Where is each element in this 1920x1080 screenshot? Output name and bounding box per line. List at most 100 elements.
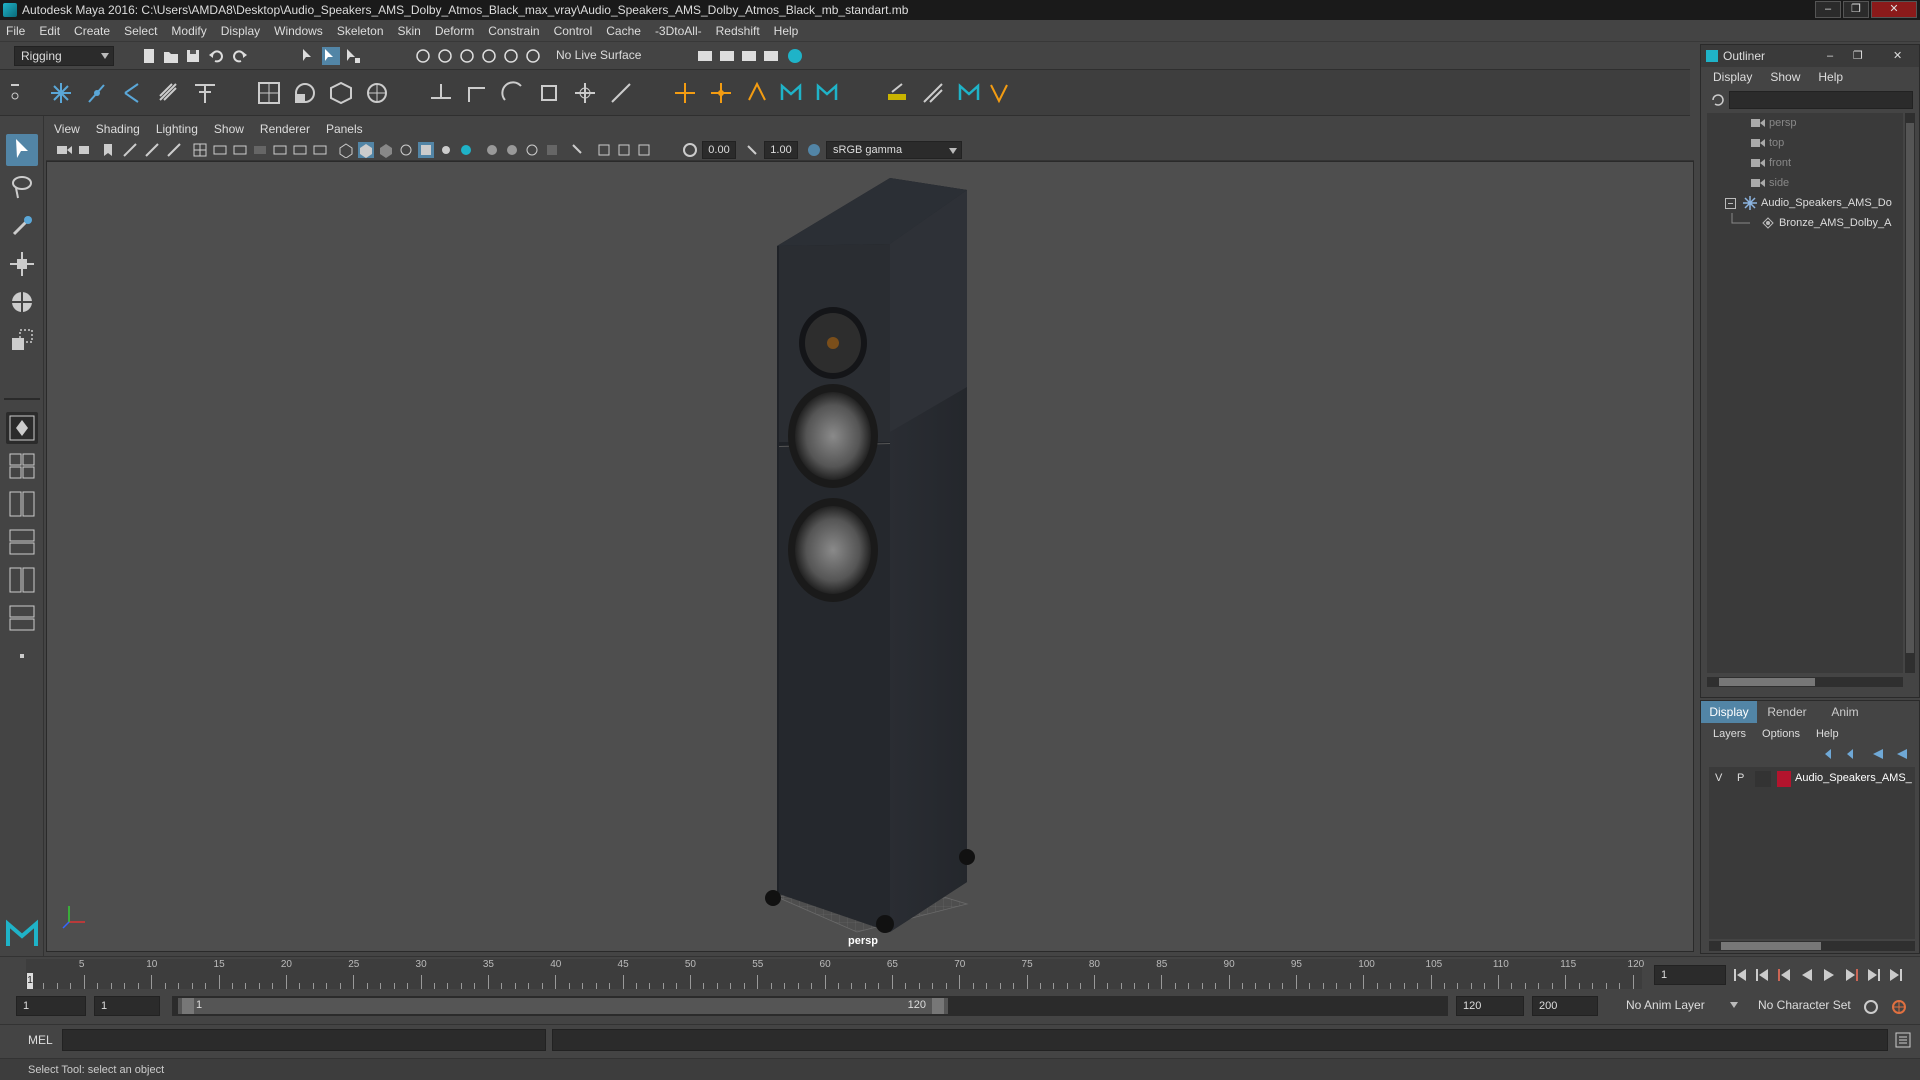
minimize-button[interactable]: –: [1815, 1, 1841, 18]
grease-pencil-icon[interactable]: [166, 142, 182, 158]
menu-file[interactable]: File: [6, 24, 25, 38]
outliner-item-speaker-group[interactable]: Audio_Speakers_AMS_Do: [1707, 193, 1903, 213]
single-pane-layout-icon[interactable]: [6, 412, 38, 444]
field-chart-icon[interactable]: [272, 142, 288, 158]
menu-control[interactable]: Control: [554, 24, 593, 38]
use-all-lights-icon[interactable]: [438, 142, 454, 158]
animation-preferences-icon[interactable]: [1890, 998, 1908, 1016]
step-back-key-icon[interactable]: [1756, 969, 1768, 981]
open-scene-icon[interactable]: [162, 47, 180, 65]
menu-set-dropdown[interactable]: Rigging: [14, 46, 114, 66]
menu-help[interactable]: Help: [774, 24, 799, 38]
live-surface-field[interactable]: No Live Surface: [550, 46, 648, 66]
scale-constraint-icon[interactable]: [536, 80, 562, 106]
outliner-search-input[interactable]: [1729, 91, 1913, 109]
menu-skeleton[interactable]: Skeleton: [337, 24, 384, 38]
scrollbar-thumb[interactable]: [1906, 123, 1914, 653]
paint-fx-icon[interactable]: [884, 80, 910, 106]
gamma-icon[interactable]: [744, 142, 760, 158]
move-layer-down-icon[interactable]: [1845, 747, 1861, 761]
shelf-menu-icon[interactable]: [8, 80, 22, 106]
menu-modify[interactable]: Modify: [171, 24, 206, 38]
two-pane-stacked-layout-icon[interactable]: [6, 526, 38, 558]
outliner-menu-display[interactable]: Display: [1713, 70, 1752, 84]
layer-playback-toggle[interactable]: P: [1737, 772, 1744, 784]
move-layer-up-icon[interactable]: [1823, 747, 1839, 761]
panel-menu-show[interactable]: Show: [214, 122, 244, 136]
go-to-end-icon[interactable]: [1890, 969, 1902, 981]
mash-network-icon[interactable]: [814, 80, 840, 106]
ik-handle-icon[interactable]: [84, 80, 110, 106]
layer-menu-options[interactable]: Options: [1762, 728, 1800, 740]
menu-create[interactable]: Create: [74, 24, 110, 38]
select-tool-icon[interactable]: [6, 134, 38, 166]
paint-weights-icon[interactable]: [292, 80, 318, 106]
menu-windows[interactable]: Windows: [274, 24, 323, 38]
save-scene-icon[interactable]: [184, 47, 202, 65]
undo-icon[interactable]: [208, 47, 226, 65]
camera-attributes-icon[interactable]: [78, 142, 94, 158]
resolution-gate-icon[interactable]: [232, 142, 248, 158]
ipr-render-icon[interactable]: [740, 47, 758, 65]
vray-icon[interactable]: [986, 80, 1012, 106]
exposure-icon[interactable]: [682, 142, 698, 158]
play-forwards-icon[interactable]: [1824, 969, 1834, 981]
outliner-maximize-icon[interactable]: ❐: [1853, 45, 1863, 67]
parent-constraint-icon[interactable]: [572, 80, 598, 106]
perspective-viewport[interactable]: persp: [46, 161, 1694, 952]
command-language-label[interactable]: MEL: [28, 1033, 53, 1047]
current-frame-field[interactable]: 1: [1654, 965, 1726, 985]
playback-end-field[interactable]: 120: [1456, 996, 1524, 1016]
menu-edit[interactable]: Edit: [39, 24, 60, 38]
outliner-horizontal-scrollbar[interactable]: [1707, 677, 1903, 687]
outliner-item-side[interactable]: side: [1707, 173, 1903, 193]
layer-reference-toggle[interactable]: [1755, 771, 1771, 787]
anim-layer-dropdown[interactable]: No Anim Layer: [1620, 996, 1742, 1016]
auto-key-icon[interactable]: [1862, 998, 1880, 1016]
scale-tool-icon[interactable]: [6, 324, 38, 356]
xray-icon[interactable]: [596, 142, 612, 158]
isolate-select-icon[interactable]: [570, 142, 586, 158]
exposure-field[interactable]: 0.00: [702, 141, 736, 159]
move-tool-icon[interactable]: [6, 248, 38, 280]
outliner-item-front[interactable]: front: [1707, 153, 1903, 173]
menu-skin[interactable]: Skin: [398, 24, 421, 38]
two-d-pan-zoom-icon[interactable]: [144, 142, 160, 158]
custom-layout-icon[interactable]: [6, 640, 38, 672]
four-pane-layout-icon[interactable]: [6, 450, 38, 482]
snap-live-icon[interactable]: [502, 47, 520, 65]
cluster-handle-icon[interactable]: [708, 80, 734, 106]
shadows-icon[interactable]: [458, 142, 474, 158]
layer-visibility-toggle[interactable]: V: [1715, 772, 1722, 784]
two-pane-side-layout-icon[interactable]: [6, 488, 38, 520]
refresh-icon[interactable]: [1711, 93, 1725, 107]
range-slider-handle[interactable]: 1 120: [178, 998, 948, 1014]
cluster-icon[interactable]: [364, 80, 390, 106]
collapse-icon[interactable]: [1725, 198, 1736, 209]
redo-icon[interactable]: [230, 47, 248, 65]
play-backwards-icon[interactable]: [1802, 969, 1812, 981]
wireframe-on-shaded-icon[interactable]: [398, 142, 414, 158]
film-gate-icon[interactable]: [212, 142, 228, 158]
panel-menu-shading[interactable]: Shading: [96, 122, 140, 136]
panel-menu-panels[interactable]: Panels: [326, 122, 363, 136]
start-time-field[interactable]: 1: [16, 996, 86, 1016]
joint-tool-icon[interactable]: [48, 80, 74, 106]
pole-vector-icon[interactable]: [608, 80, 634, 106]
snap-projected-center-icon[interactable]: [524, 47, 542, 65]
orient-constraint-icon[interactable]: [500, 80, 526, 106]
step-forward-frame-icon[interactable]: [1846, 969, 1858, 981]
safe-title-icon[interactable]: [312, 142, 328, 158]
lattice-icon[interactable]: [328, 80, 354, 106]
outliner-item-bronze-mesh[interactable]: Bronze_AMS_Dolby_A: [1707, 213, 1903, 233]
locator-icon[interactable]: [672, 80, 698, 106]
time-ruler[interactable]: 5 10 15 20 25 30 35 40 45 50 55 60 65 70 75 80 85 90 95 100…: [26, 959, 1644, 989]
select-object-icon[interactable]: [322, 47, 340, 65]
paint-select-tool-icon[interactable]: [6, 210, 38, 242]
multisample-aa-icon[interactable]: [524, 142, 540, 158]
menu-deform[interactable]: Deform: [435, 24, 474, 38]
wireframe-icon[interactable]: [338, 142, 354, 158]
new-layer-from-selection-icon[interactable]: [1895, 747, 1911, 761]
current-time-marker[interactable]: 1: [27, 973, 33, 989]
select-camera-icon[interactable]: [56, 142, 72, 158]
